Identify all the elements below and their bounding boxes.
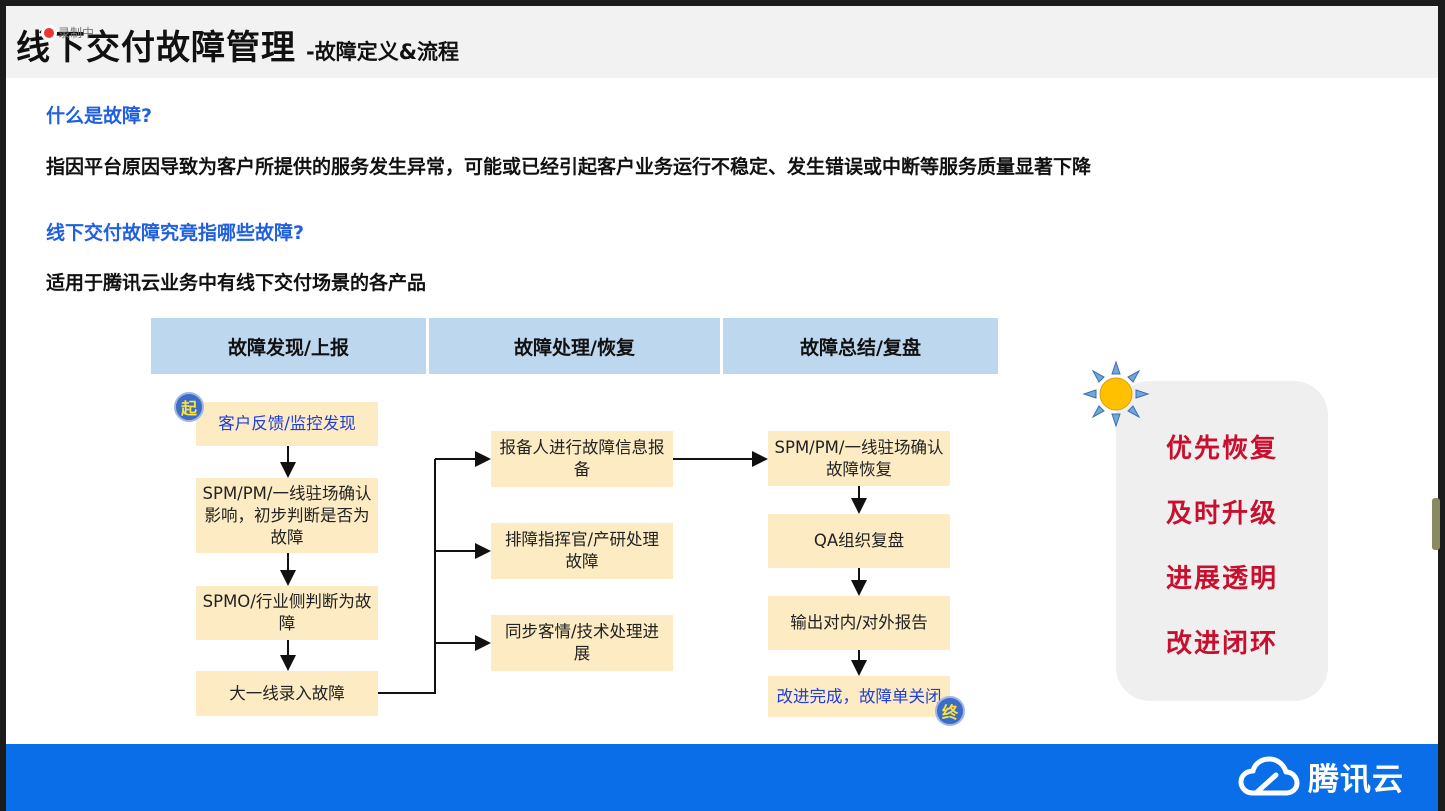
step-spmo-judge: SPMO/行业侧判断为故障 bbox=[196, 586, 378, 640]
start-badge: 起 bbox=[174, 392, 204, 422]
step-qa-review: QA组织复盘 bbox=[768, 514, 950, 568]
step-confirm-impact: SPM/PM/一线驻场确认影响，初步判断是否为故障 bbox=[196, 478, 378, 553]
principle-prioritize-recovery: 优先恢复 bbox=[1165, 434, 1278, 464]
principle-timely-escalation: 及时升级 bbox=[1165, 499, 1278, 529]
step-troubleshoot: 排障指挥官/产研处理故障 bbox=[491, 523, 673, 579]
sun-icon bbox=[1082, 360, 1150, 428]
step-record-fault: 大一线录入故障 bbox=[196, 671, 378, 716]
brand-name: 腾讯云 bbox=[1308, 762, 1404, 798]
step-output-report: 输出对内/对外报告 bbox=[768, 596, 950, 650]
slide: 线下交付故障管理 -故障定义&流程 录制中 什么是故障? 指因平台原因导致为客户… bbox=[6, 6, 1438, 811]
footer-bar bbox=[6, 744, 1438, 811]
step-report-info: 报备人进行故障信息报备 bbox=[491, 431, 673, 487]
principle-closed-loop: 改进闭环 bbox=[1165, 629, 1278, 659]
step-sync-progress: 同步客情/技术处理进展 bbox=[491, 615, 673, 671]
step-customer-feedback: 客户反馈/监控发现 bbox=[196, 402, 378, 446]
tencent-cloud-logo: 腾讯云 bbox=[1238, 754, 1404, 799]
scroll-handle[interactable] bbox=[1432, 498, 1440, 550]
step-close-ticket: 改进完成，故障单关闭 bbox=[768, 676, 950, 717]
end-badge: 终 bbox=[935, 696, 965, 726]
tencent-cloud-logo-icon bbox=[1238, 756, 1300, 795]
principle-transparent-progress: 进展透明 bbox=[1165, 564, 1278, 594]
step-confirm-recovery: SPM/PM/一线驻场确认故障恢复 bbox=[768, 431, 950, 486]
